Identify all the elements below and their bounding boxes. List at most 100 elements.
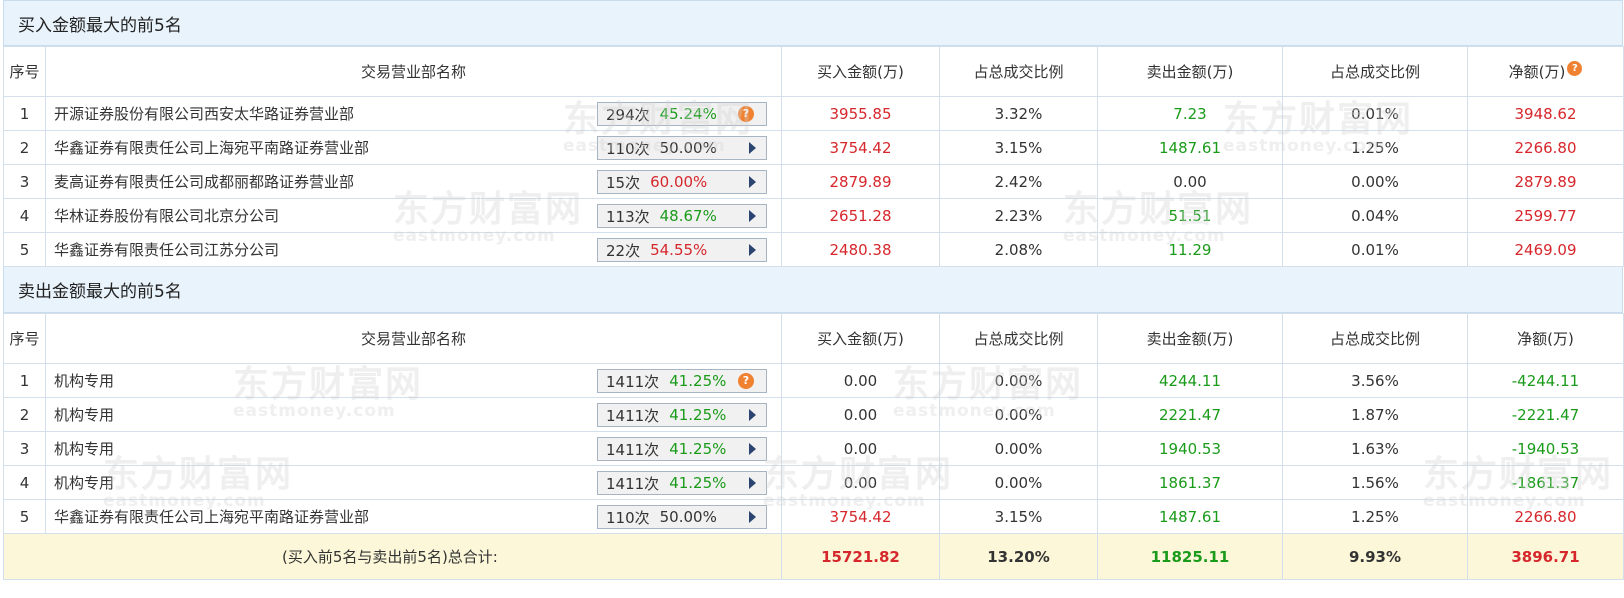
broker-stats-dropdown[interactable]: 110次 50.00% <box>597 136 767 160</box>
col-buy-ratio-header: 占总成交比例 <box>939 46 1098 97</box>
broker-name[interactable]: 机构专用 <box>54 404 114 425</box>
win-rate: 60.00% <box>650 173 708 191</box>
sell-amount: 0.00 <box>1097 164 1283 199</box>
broker-stats-dropdown[interactable]: 15次 60.00% <box>597 170 767 194</box>
row-index: 3 <box>3 164 46 199</box>
table-row: 4 机构专用 1411次 41.25% 0.00 0.00% 1861.37 1.56% -18… <box>3 465 1624 500</box>
col-broker-name-header: 交易营业部名称 <box>45 313 782 364</box>
expand-arrow-icon[interactable] <box>749 176 756 188</box>
broker-stats-dropdown[interactable]: 1411次 41.25% <box>597 437 767 461</box>
appearance-count: 15次 <box>606 173 641 192</box>
appearance-count: 1411次 <box>606 474 660 493</box>
appearance-count: 294次 <box>606 105 650 124</box>
sell-ratio: 1.25% <box>1282 499 1468 534</box>
expand-arrow-icon[interactable] <box>749 443 756 455</box>
buy-table: 序号 交易营业部名称 买入金额(万) 占总成交比例 卖出金额(万) 占总成交比例 净额(万)… <box>3 46 1624 267</box>
win-rate: 50.00% <box>659 139 717 157</box>
buy-amount: 2651.28 <box>781 198 940 233</box>
broker-name[interactable]: 开源证券股份有限公司西安太华路证券营业部 <box>54 103 354 124</box>
appearance-count: 1411次 <box>606 406 660 425</box>
buy-section-title: 买入金额最大的前5名 <box>3 0 1623 46</box>
broker-name-cell: 华鑫证券有限责任公司江苏分公司 22次 54.55% <box>45 232 782 267</box>
broker-name[interactable]: 机构专用 <box>54 370 114 391</box>
expand-arrow-icon[interactable] <box>749 244 756 256</box>
broker-stats-dropdown[interactable]: 113次 48.67% <box>597 204 767 228</box>
appearance-count: 110次 <box>606 139 650 158</box>
broker-name-cell: 机构专用 1411次 41.25%? <box>45 363 782 398</box>
expand-arrow-icon[interactable] <box>749 142 756 154</box>
buy-ratio: 2.08% <box>939 232 1098 267</box>
dragon-tiger-list: 买入金额最大的前5名 序号 交易营业部名称 买入金额(万) 占总成交比例 卖出金额(万)… <box>3 0 1624 598</box>
sell-ratio: 0.04% <box>1282 198 1468 233</box>
broker-name-cell: 华林证券股份有限公司北京分公司 113次 48.67% <box>45 198 782 233</box>
sell-header-row: 序号 交易营业部名称 买入金额(万) 占总成交比例 卖出金额(万) 占总成交比例 净额(万) <box>3 313 1624 364</box>
buy-amount: 0.00 <box>781 465 940 500</box>
help-icon[interactable]: ? <box>1567 61 1583 76</box>
sell-amount: 1487.61 <box>1097 499 1283 534</box>
broker-name[interactable]: 华鑫证券有限责任公司上海宛平南路证券营业部 <box>54 506 369 527</box>
sell-amount: 1861.37 <box>1097 465 1283 500</box>
buy-ratio: 2.42% <box>939 164 1098 199</box>
buy-amount: 3754.42 <box>781 499 940 534</box>
help-icon[interactable]: ? <box>738 373 754 389</box>
row-index: 5 <box>3 499 46 534</box>
expand-arrow-icon[interactable] <box>749 511 756 523</box>
table-row: 1 机构专用 1411次 41.25%? 0.00 0.00% 4244.11 3.56% -4… <box>3 363 1624 398</box>
col-net-amount-header: 净额(万) <box>1467 313 1624 364</box>
net-amount: -1940.53 <box>1467 431 1624 466</box>
table-row: 2 华鑫证券有限责任公司上海宛平南路证券营业部 110次 50.00% 3754.42 3… <box>3 130 1624 165</box>
table-row: 5 华鑫证券有限责任公司江苏分公司 22次 54.55% 2480.38 2.08% 11.… <box>3 232 1624 267</box>
broker-name[interactable]: 华林证券股份有限公司北京分公司 <box>54 205 279 226</box>
sell-amount: 4244.11 <box>1097 363 1283 398</box>
win-rate: 41.25% <box>669 372 727 390</box>
table-row: 5 华鑫证券有限责任公司上海宛平南路证券营业部 110次 50.00% 3754.42 3… <box>3 499 1624 534</box>
sell-amount: 2221.47 <box>1097 397 1283 432</box>
expand-arrow-icon[interactable] <box>749 210 756 222</box>
buy-amount: 0.00 <box>781 431 940 466</box>
col-index-header: 序号 <box>3 46 46 97</box>
row-index: 4 <box>3 465 46 500</box>
broker-name-cell: 麦高证券有限责任公司成都丽都路证券营业部 15次 60.00% <box>45 164 782 199</box>
broker-stats-dropdown[interactable]: 1411次 41.25% <box>597 471 767 495</box>
total-label: (买入前5名与卖出前5名)总合计: <box>3 533 782 580</box>
broker-name[interactable]: 机构专用 <box>54 438 114 459</box>
broker-stats-dropdown[interactable]: 22次 54.55% <box>597 238 767 262</box>
col-buy-ratio-header: 占总成交比例 <box>939 313 1098 364</box>
buy-amount: 0.00 <box>781 363 940 398</box>
win-rate: 50.00% <box>659 508 717 526</box>
sell-amount: 51.51 <box>1097 198 1283 233</box>
broker-stats-dropdown[interactable]: 110次 50.00% <box>597 505 767 529</box>
expand-arrow-icon[interactable] <box>749 409 756 421</box>
buy-ratio: 3.32% <box>939 96 1098 131</box>
buy-ratio: 0.00% <box>939 363 1098 398</box>
sell-ratio: 3.56% <box>1282 363 1468 398</box>
appearance-count: 1411次 <box>606 372 660 391</box>
buy-ratio: 0.00% <box>939 465 1098 500</box>
table-row: 4 华林证券股份有限公司北京分公司 113次 48.67% 2651.28 2.23% 51… <box>3 198 1624 233</box>
win-rate: 41.25% <box>669 406 727 424</box>
sell-amount: 1487.61 <box>1097 130 1283 165</box>
net-amount: 2266.80 <box>1467 130 1624 165</box>
help-icon[interactable]: ? <box>738 106 754 122</box>
table-row: 2 机构专用 1411次 41.25% 0.00 0.00% 2221.47 1.87% -22… <box>3 397 1624 432</box>
col-sell-ratio-header: 占总成交比例 <box>1282 46 1468 97</box>
table-row: 3 机构专用 1411次 41.25% 0.00 0.00% 1940.53 1.63% -19… <box>3 431 1624 466</box>
broker-name[interactable]: 华鑫证券有限责任公司上海宛平南路证券营业部 <box>54 137 369 158</box>
broker-name[interactable]: 华鑫证券有限责任公司江苏分公司 <box>54 239 279 260</box>
broker-name[interactable]: 麦高证券有限责任公司成都丽都路证券营业部 <box>54 171 354 192</box>
sell-ratio: 1.63% <box>1282 431 1468 466</box>
broker-stats-dropdown[interactable]: 1411次 41.25%? <box>597 369 767 393</box>
sell-ratio: 1.56% <box>1282 465 1468 500</box>
broker-stats-dropdown[interactable]: 1411次 41.25% <box>597 403 767 427</box>
col-sell-amount-header: 卖出金额(万) <box>1097 313 1283 364</box>
buy-ratio: 0.00% <box>939 397 1098 432</box>
broker-name[interactable]: 机构专用 <box>54 472 114 493</box>
broker-name-cell: 开源证券股份有限公司西安太华路证券营业部 294次 45.24%? <box>45 96 782 131</box>
sell-section-title: 卖出金额最大的前5名 <box>3 267 1623 313</box>
expand-arrow-icon[interactable] <box>749 477 756 489</box>
total-net: 3896.71 <box>1467 533 1624 580</box>
broker-stats-dropdown[interactable]: 294次 45.24%? <box>597 102 767 126</box>
total-buy: 15721.82 <box>781 533 940 580</box>
sell-ratio: 0.01% <box>1282 96 1468 131</box>
sell-amount: 1940.53 <box>1097 431 1283 466</box>
